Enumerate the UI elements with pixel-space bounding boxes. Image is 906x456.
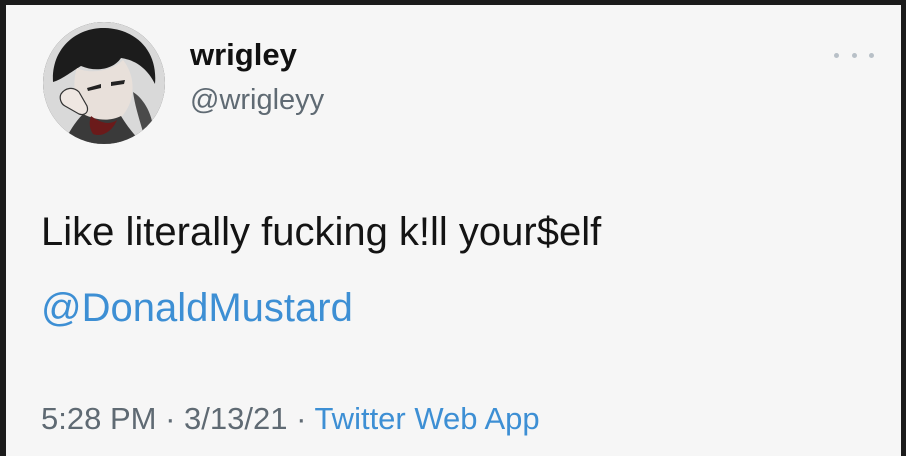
user-handle[interactable]: @wrigleyy (190, 86, 324, 115)
tweet-meta: 5:28 PM · 3/13/21 · Twitter Web App (41, 403, 540, 434)
more-dot-icon (851, 52, 857, 58)
meta-separator: · (156, 401, 185, 436)
tweet-card: wrigley @wrigleyy Like literally fucking… (6, 5, 901, 456)
avatar-image (43, 22, 165, 144)
tweet-source-link[interactable]: Twitter Web App (314, 401, 539, 436)
tweet-text: Like literally fucking k!ll your$elf (41, 210, 602, 254)
avatar[interactable] (43, 22, 165, 144)
more-dot-icon (869, 52, 874, 58)
meta-separator: · (287, 401, 315, 436)
tweet-time[interactable]: 5:28 PM (41, 401, 156, 436)
screenshot-frame: wrigley @wrigleyy Like literally fucking… (0, 0, 906, 456)
mention-link[interactable]: @DonaldMustard (41, 288, 353, 328)
tweet-date[interactable]: 3/13/21 (184, 401, 287, 436)
more-options-button[interactable] (834, 45, 874, 65)
display-name[interactable]: wrigley (190, 39, 297, 70)
more-dot-icon (834, 52, 839, 58)
